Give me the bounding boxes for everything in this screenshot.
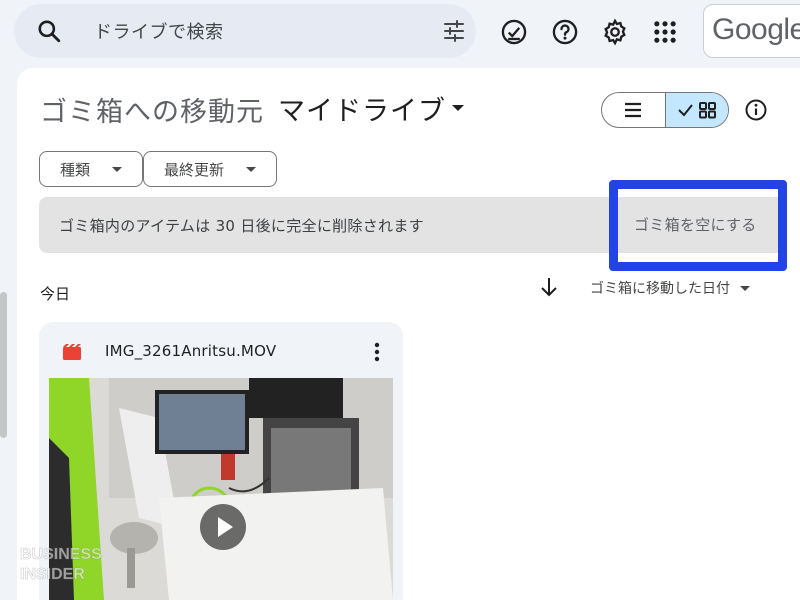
chip-label: 種類: [60, 160, 91, 179]
top-bar: ドライブで検索 Google: [0, 0, 800, 64]
play-icon[interactable]: [200, 504, 246, 550]
banner-message: ゴミ箱内のアイテムは 30 日後に完全に削除されます: [59, 217, 424, 235]
search-icon[interactable]: [36, 18, 62, 44]
list-view-button[interactable]: [602, 93, 665, 127]
offline-status-icon[interactable]: [500, 18, 528, 46]
video-file-icon: [63, 344, 81, 360]
location-dropdown[interactable]: マイドライブ: [278, 88, 464, 128]
svg-text:BUSINESS: BUSINESS: [20, 546, 102, 563]
grid-check-icon: [678, 102, 716, 119]
apps-grid-icon[interactable]: [651, 18, 679, 46]
arrow-down-icon[interactable]: [539, 276, 559, 298]
gear-icon[interactable]: [601, 18, 629, 46]
info-icon[interactable]: [744, 98, 768, 122]
chevron-down-icon: [112, 166, 123, 172]
search-input[interactable]: ドライブで検索: [94, 18, 224, 44]
watermark-logo: BUSINESS INSIDER: [20, 546, 102, 583]
svg-text:INSIDER: INSIDER: [20, 566, 85, 583]
sort-label: ゴミ箱に移動した日付: [590, 281, 730, 297]
grid-view-button[interactable]: [664, 93, 728, 127]
highlight-box: [609, 180, 787, 271]
scrollbar[interactable]: [0, 292, 7, 438]
section-label: 今日: [40, 285, 71, 303]
file-name: IMG_3261Anritsu.MOV: [105, 342, 277, 360]
google-account-logo[interactable]: Google: [703, 4, 800, 58]
modified-filter-chip[interactable]: 最終更新: [143, 151, 278, 187]
more-vert-icon[interactable]: [369, 340, 385, 364]
sort-dropdown[interactable]: ゴミ箱に移動した日付: [590, 278, 750, 298]
view-toggle[interactable]: [601, 92, 729, 128]
filter-sliders-icon[interactable]: [442, 19, 466, 43]
page-title: ゴミ箱への移動元: [40, 97, 264, 128]
help-icon[interactable]: [551, 18, 579, 46]
location-label: マイドライブ: [278, 95, 446, 127]
list-icon: [625, 102, 642, 118]
chevron-down-icon: [452, 105, 464, 111]
chevron-down-icon: [740, 285, 750, 291]
search-bar[interactable]: ドライブで検索: [14, 4, 476, 58]
chip-label: 最終更新: [164, 160, 225, 179]
chevron-down-icon: [246, 166, 257, 172]
type-filter-chip[interactable]: 種類: [39, 151, 144, 187]
